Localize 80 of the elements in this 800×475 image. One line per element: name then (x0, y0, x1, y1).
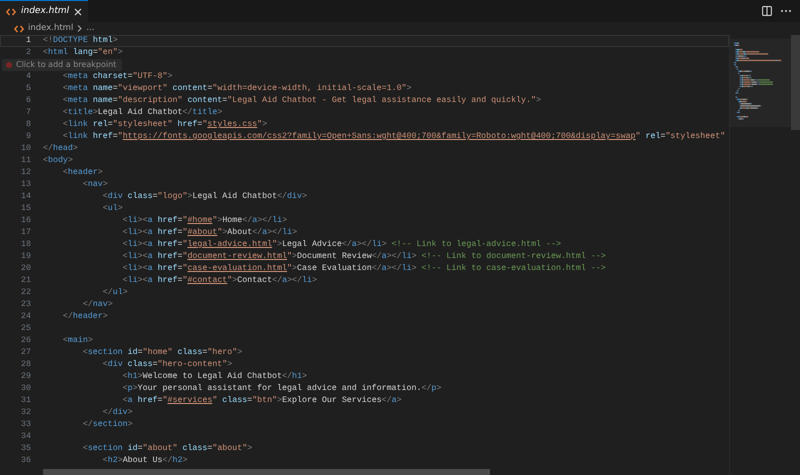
line-number: 17 (20, 227, 31, 239)
line-number: 4 (25, 71, 31, 83)
code-line: <p>Your personal assistant for legal advice and information.</p> (122, 383, 442, 395)
line-number: 10 (20, 143, 31, 155)
breadcrumb-item[interactable]: index.html (28, 22, 74, 35)
line-number: 8 (25, 119, 31, 131)
line-number: 14 (20, 191, 31, 203)
line-number: 19 (20, 251, 31, 263)
code-line: <meta charset="UTF-8"> (62, 71, 172, 83)
code-line: <meta name="description" content="Legal Aid Chatbot - Get legal assistance easily and quickly."> (62, 95, 541, 107)
line-number: 26 (20, 335, 31, 347)
line-number: 2 (25, 47, 31, 59)
breadcrumb-item[interactable]: ... (86, 22, 94, 35)
code-line: <link rel="stylesheet" href="styles.css"> (62, 119, 268, 131)
line-number: 35 (20, 443, 31, 455)
line-number: 9 (25, 131, 31, 143)
line-number: 12 (20, 167, 31, 179)
code-line: <meta name="viewport" content="width=device-width, initial-scale=1.0"> (62, 83, 412, 95)
line-number: 15 (20, 203, 31, 215)
code-line: <div class="hero-content"> (102, 359, 232, 371)
code-line: <li><a href="#home">Home</a></li> (122, 215, 288, 227)
code-line: <title>Legal Aid Chatbot</title> (62, 107, 222, 119)
more-actions-icon[interactable] (780, 9, 792, 13)
scrollbar-thumb[interactable] (791, 35, 800, 130)
code-line: <a href="#services" class="btn">Explore Our Services</a> (122, 395, 402, 407)
line-number: 25 (20, 323, 31, 335)
code-line: <header> (62, 167, 103, 179)
chevron-icon (77, 25, 82, 32)
line-number: 20 (20, 263, 31, 275)
code-line: <main> (62, 335, 93, 347)
code-line: </nav> (82, 299, 113, 311)
code-line: </section> (82, 419, 133, 431)
code-line: <section id="home" class="hero"> (82, 347, 242, 359)
line-number: 31 (20, 395, 31, 407)
line-number: 34 (20, 431, 31, 443)
code-line: <!DOCTYPE html> (43, 35, 118, 47)
code-line: <li><a href="legal-advice.html">Legal Advice</a></li> <!-- Link to legal-advice.html --> (122, 239, 561, 251)
code-line: <h1>Welcome to Legal Aid Chatbot</h1> (122, 371, 307, 383)
line-number: 23 (20, 299, 31, 311)
line-number: 32 (20, 407, 31, 419)
line-number: 18 (20, 239, 31, 251)
code-line: <li><a href="#about">About</a></li> (122, 227, 298, 239)
line-number: 36 (20, 455, 31, 467)
code-line: <link href="https://fonts.googleapis.com/css2?family=Open+Sans:wght@400;700&family=Roboto:wght@400;700&display=swap" rel="stylesheet" (62, 131, 726, 143)
code-line: <body> (43, 155, 73, 167)
code-line: <ul> (102, 203, 123, 215)
line-number: 5 (25, 83, 31, 95)
line-number: 16 (20, 215, 31, 227)
code-line: <section id="about" class="about"> (82, 443, 252, 455)
code-line: </ul> (102, 287, 128, 299)
line-number: 30 (20, 383, 31, 395)
line-number: 29 (20, 371, 31, 383)
line-number: 1 (25, 35, 31, 47)
line-number: 11 (20, 155, 31, 167)
line-number: 28 (20, 359, 31, 371)
line-number: 13 (20, 179, 31, 191)
horizontal-scrollbar-thumb[interactable] (43, 469, 490, 475)
line-number: 7 (25, 107, 31, 119)
code-line: <html lang="en"> (43, 47, 123, 59)
code-file-icon (14, 24, 24, 32)
code-line: <li><a href="document-review.html">Document Review</a></li> <!-- Link to document-review.html --> (122, 251, 606, 263)
editor-tab[interactable]: index.html (0, 0, 88, 22)
line-number: 22 (20, 287, 31, 299)
line-number: 27 (20, 347, 31, 359)
line-number: 6 (25, 95, 31, 107)
code-line: </div> (102, 407, 133, 419)
line-number: 24 (20, 311, 31, 323)
code-line: </header> (62, 311, 108, 323)
line-number: 21 (20, 275, 31, 287)
code-line: <nav> (82, 179, 108, 191)
code-line: </head> (43, 143, 78, 155)
tooltip-text: Click to add a breakpoint (16, 59, 116, 71)
close-icon[interactable] (74, 8, 82, 16)
code-line: <li><a href="case-evaluation.html">Case Evaluation</a></li> <!-- Link to case-evaluation.html --> (122, 263, 606, 275)
code-line: <li><a href="#contact">Contact</a></li> (122, 275, 317, 287)
code-line: <h2>About Us</h2> (102, 455, 188, 467)
line-number: 33 (20, 419, 31, 431)
split-editor-icon[interactable] (762, 6, 772, 16)
code-line: <div class="logo">Legal Aid Chatbot</div> (102, 191, 307, 203)
code-file-icon (6, 8, 16, 16)
